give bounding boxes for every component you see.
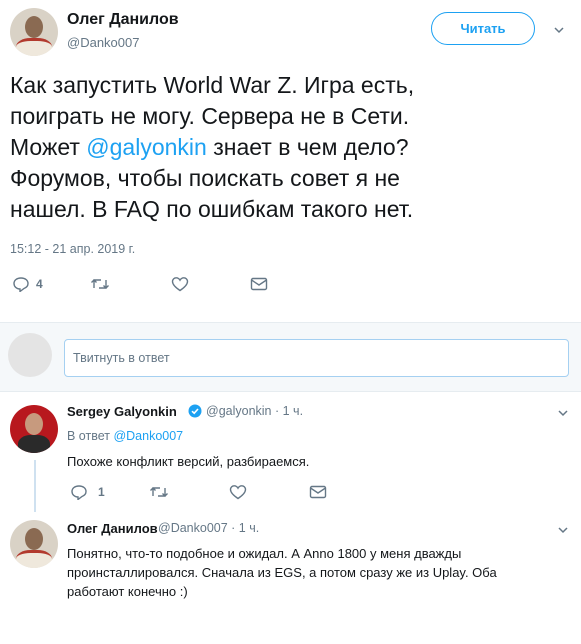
- verified-badge-icon: [188, 404, 202, 418]
- tweet-text-line: Как запустить World War Z. Игра есть,: [10, 72, 415, 98]
- mention-link[interactable]: @galyonkin: [86, 134, 207, 160]
- like-button[interactable]: [171, 276, 189, 292]
- retweet-button[interactable]: [149, 484, 169, 500]
- reply-time[interactable]: · 1 ч.: [275, 404, 303, 418]
- retweet-button[interactable]: [90, 276, 110, 292]
- author-handle[interactable]: @Danko007: [67, 35, 139, 50]
- chevron-down-icon[interactable]: [556, 523, 570, 537]
- like-button[interactable]: [229, 484, 247, 500]
- tweet-timestamp[interactable]: 15:12 - 21 апр. 2019 г.: [10, 242, 135, 256]
- in-reply-to: В ответ @Danko007: [67, 429, 183, 443]
- heart-icon: [229, 485, 247, 500]
- reply-tweet[interactable]: Олег Данилов @Danko007 · 1 ч. Понятно, ч…: [0, 512, 581, 644]
- reply-text: Похоже конфликт версий, разбираемся.: [67, 454, 310, 469]
- reply-count: 4: [36, 277, 43, 291]
- tweet-text-fragment: знает в чем дело?: [206, 134, 409, 160]
- reply-author-avatar[interactable]: [10, 520, 58, 568]
- in-reply-prefix: В ответ: [67, 429, 114, 443]
- reply-tweet[interactable]: Sergey Galyonkin @galyonkin · 1 ч. В отв…: [0, 392, 581, 512]
- reply-author-name[interactable]: Олег Данилов: [67, 521, 158, 536]
- dm-button[interactable]: [309, 485, 327, 499]
- in-reply-handle[interactable]: @Danko007: [113, 429, 183, 443]
- tweet-text-line: Форумов, чтобы поискать совет я не: [10, 165, 400, 191]
- reply-count: 1: [98, 485, 105, 499]
- reply-author-handle[interactable]: @galyonkin · 1 ч.: [206, 404, 303, 418]
- reply-author-avatar[interactable]: [10, 405, 58, 453]
- tweet-text-line: нашел. В FAQ по ошибкам такого нет.: [10, 196, 414, 222]
- tweet-text-fragment: Может: [10, 134, 87, 160]
- chevron-down-icon[interactable]: [552, 23, 566, 37]
- reply-author-handle-text: @galyonkin: [206, 404, 272, 418]
- reply-button[interactable]: 4: [12, 276, 43, 292]
- reply-text-line: проинсталлировался. Сначала из EGS, а по…: [67, 565, 497, 580]
- reply-author-handle-text: @Danko007: [158, 521, 228, 535]
- reply-icon: [13, 277, 29, 292]
- chevron-down-icon[interactable]: [556, 406, 570, 420]
- follow-button[interactable]: Читать: [431, 12, 535, 45]
- reply-input[interactable]: Твитнуть в ответ: [64, 339, 569, 377]
- reply-text: Понятно, что-то подобное и ожидал. А Ann…: [67, 544, 572, 601]
- author-name[interactable]: Олег Данилов: [67, 11, 179, 29]
- reply-text-line: Понятно, что-то подобное и ожидал. А Ann…: [67, 546, 462, 561]
- reply-time[interactable]: · 1 ч.: [231, 521, 259, 535]
- tweet-text-line: поиграть не могу. Сервера не в Сети.: [10, 103, 410, 129]
- current-user-avatar: [8, 333, 52, 377]
- envelope-icon: [250, 277, 268, 291]
- reply-text-line: работают конечно :): [67, 584, 188, 599]
- reply-compose-area: Твитнуть в ответ: [0, 322, 581, 392]
- reply-author-name[interactable]: Sergey Galyonkin: [67, 404, 177, 419]
- thread-connector: [34, 460, 36, 512]
- reply-button[interactable]: 1: [70, 484, 105, 500]
- tweet-text-line: Может @galyonkin знает в чем дело?: [10, 132, 570, 163]
- retweet-icon: [150, 487, 168, 497]
- retweet-icon: [91, 279, 109, 289]
- dm-button[interactable]: [250, 277, 268, 291]
- main-tweet: Олег Данилов @Danko007 Читать Как запуст…: [0, 0, 581, 322]
- reply-author-handle[interactable]: @Danko007 · 1 ч.: [158, 521, 259, 535]
- reply-icon: [71, 485, 87, 500]
- tweet-text: Как запустить World War Z. Игра есть, по…: [10, 70, 570, 225]
- heart-icon: [171, 277, 189, 292]
- envelope-icon: [309, 485, 327, 499]
- author-avatar[interactable]: [10, 8, 58, 56]
